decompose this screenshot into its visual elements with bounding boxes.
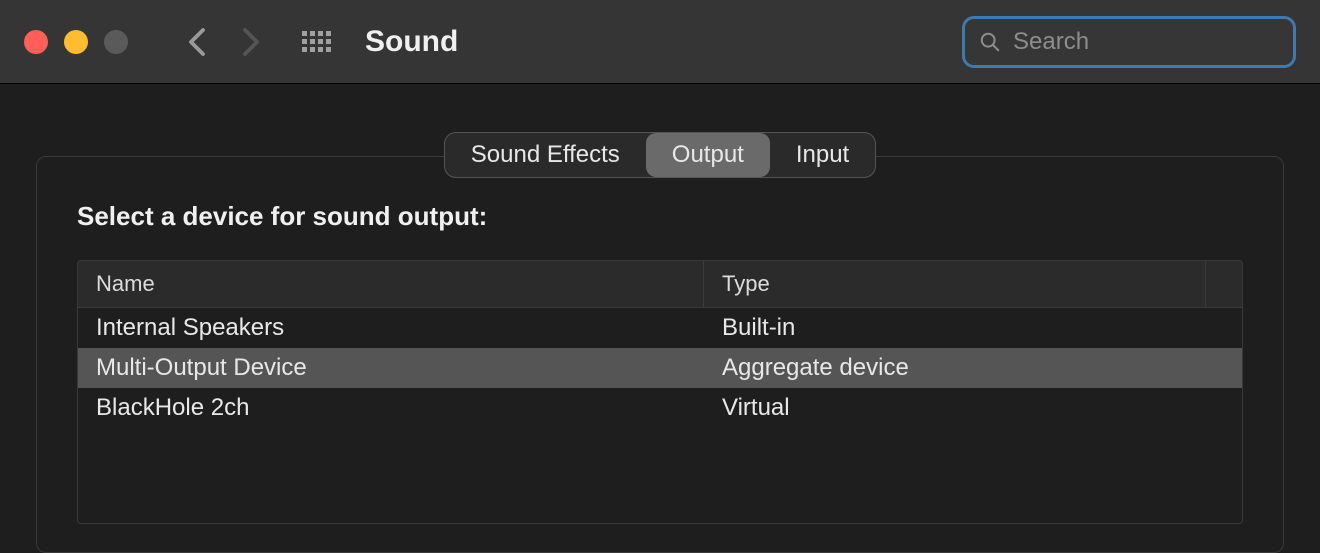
output-panel: Select a device for sound output: Name T…	[36, 156, 1284, 553]
device-name: Multi-Output Device	[78, 348, 704, 388]
tabs: Sound Effects Output Input	[444, 132, 876, 178]
content-area: Sound Effects Output Input Select a devi…	[0, 84, 1320, 553]
tab-output[interactable]: Output	[646, 133, 770, 177]
chevron-right-icon	[242, 27, 260, 57]
device-row[interactable]: Internal Speakers Built-in	[78, 308, 1242, 348]
device-type: Aggregate device	[704, 348, 1242, 388]
table-header: Name Type	[78, 261, 1242, 308]
device-table: Name Type Internal Speakers Built-in Mul…	[77, 260, 1243, 524]
tab-sound-effects[interactable]: Sound Effects	[445, 133, 646, 177]
back-button[interactable]	[188, 27, 206, 57]
minimize-window-button[interactable]	[64, 30, 88, 54]
device-type: Virtual	[704, 388, 1242, 428]
search-field-wrap[interactable]	[962, 16, 1296, 68]
column-header-spacer	[1206, 261, 1242, 307]
device-name: Internal Speakers	[78, 308, 704, 348]
close-window-button[interactable]	[24, 30, 48, 54]
forward-button[interactable]	[242, 27, 260, 57]
column-header-name[interactable]: Name	[78, 261, 704, 307]
device-name: BlackHole 2ch	[78, 388, 704, 428]
device-type: Built-in	[704, 308, 1242, 348]
window-title: Sound	[365, 25, 458, 59]
section-label: Select a device for sound output:	[77, 201, 1243, 232]
window-controls	[24, 30, 128, 54]
show-all-button[interactable]	[302, 31, 331, 52]
device-row[interactable]: BlackHole 2ch Virtual	[78, 388, 1242, 428]
nav-arrows	[188, 27, 260, 57]
zoom-window-button[interactable]	[104, 30, 128, 54]
chevron-left-icon	[188, 27, 206, 57]
column-header-type[interactable]: Type	[704, 261, 1206, 307]
table-body: Internal Speakers Built-in Multi-Output …	[78, 308, 1242, 523]
titlebar: Sound	[0, 0, 1320, 84]
tab-input[interactable]: Input	[770, 133, 875, 177]
search-input[interactable]	[1013, 28, 1320, 56]
search-icon	[979, 31, 1001, 53]
device-row[interactable]: Multi-Output Device Aggregate device	[78, 348, 1242, 388]
